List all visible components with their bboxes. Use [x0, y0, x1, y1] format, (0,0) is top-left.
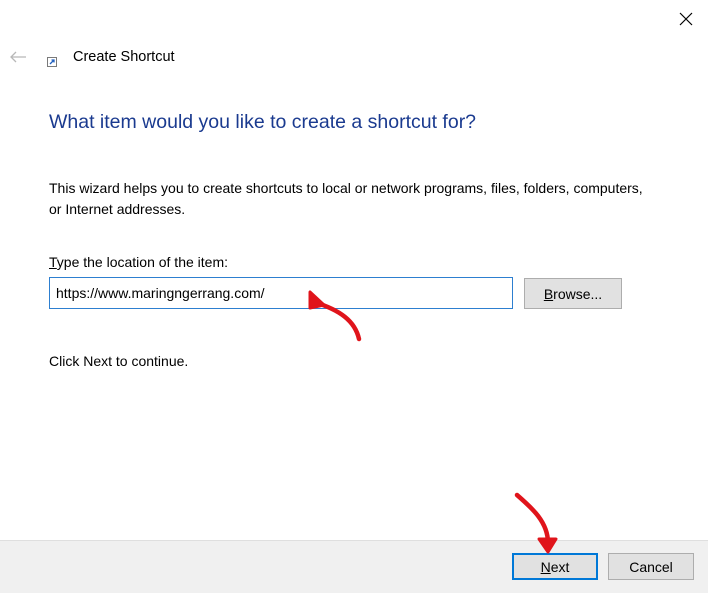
location-label-text: ype the location of the item: [56, 254, 228, 270]
back-arrow-icon [10, 51, 26, 63]
location-label: Type the location of the item: [49, 254, 228, 270]
wizard-heading: What item would you like to create a sho… [49, 111, 477, 133]
back-button[interactable] [6, 46, 30, 68]
browse-button[interactable]: Browse... [524, 278, 622, 309]
close-button[interactable] [670, 4, 702, 34]
location-label-access-key: T [49, 254, 57, 270]
close-icon [679, 12, 693, 26]
wizard-description: This wizard helps you to create shortcut… [49, 180, 643, 217]
next-label: ext [550, 558, 570, 575]
shortcut-icon [47, 57, 57, 67]
next-button[interactable]: Next [512, 553, 598, 580]
browse-label: rowse... [553, 285, 603, 302]
dialog-title: Create Shortcut [73, 49, 175, 65]
cancel-button[interactable]: Cancel [608, 553, 694, 580]
create-shortcut-dialog: Create Shortcut What item would you like… [0, 0, 708, 593]
location-input[interactable] [49, 277, 513, 309]
button-bar [0, 540, 708, 593]
continue-hint: Click Next to continue. [49, 353, 189, 369]
next-access-key: N [540, 558, 551, 575]
browse-access-key: B [543, 285, 554, 302]
